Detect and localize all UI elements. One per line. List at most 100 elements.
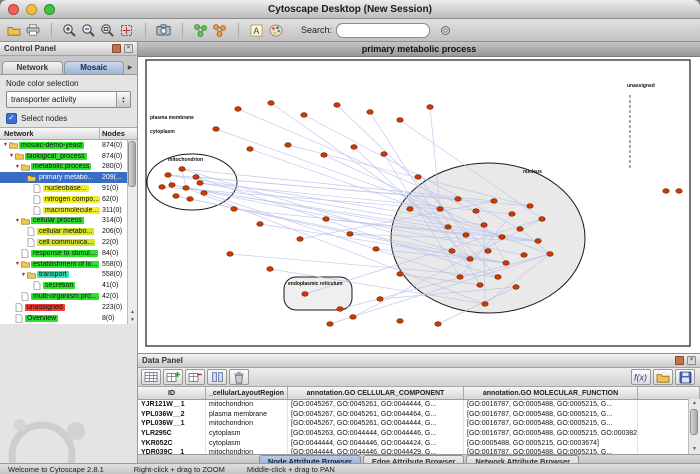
table-cell[interactable]: [GO:0016787, GO:0005488, GO:0005215, G..…	[464, 419, 638, 429]
network-node[interactable]	[499, 235, 505, 240]
table-cell[interactable]: [GO:0045267, GO:0045261, GO:0044444, G..…	[288, 419, 464, 429]
network-node[interactable]	[350, 315, 356, 320]
network-node[interactable]	[539, 217, 545, 222]
table-cell[interactable]: [GO:0016787, GO:0005488, GO:0005215, G..…	[464, 400, 638, 410]
import-network-icon[interactable]	[210, 21, 229, 39]
expand-arrow-icon[interactable]: ▼	[14, 164, 21, 170]
network-node[interactable]	[477, 283, 483, 288]
network-node[interactable]	[193, 175, 199, 180]
expand-arrow-icon[interactable]: ▼	[14, 261, 21, 267]
network-node[interactable]	[509, 212, 515, 217]
network-node[interactable]	[527, 204, 533, 209]
create-attribute-icon[interactable]	[163, 369, 183, 385]
tree-item[interactable]: ▼mosaic-demo-yeast874(0)	[0, 140, 137, 151]
table-row[interactable]: YPL036W__2plasma membrane[GO:0045267, GO…	[138, 410, 700, 420]
table-cell[interactable]: YPL036W__2	[138, 410, 206, 420]
network-node[interactable]	[517, 227, 523, 232]
window-titlebar[interactable]: Cytoscape Desktop (New Session)	[0, 0, 700, 19]
network-node[interactable]	[231, 207, 237, 212]
table-cell[interactable]: YKR052C	[138, 438, 206, 448]
network-node[interactable]	[227, 252, 233, 257]
network-node[interactable]	[397, 319, 403, 324]
zoom-window-button[interactable]	[44, 4, 55, 15]
float-data-panel-icon[interactable]	[675, 356, 684, 365]
tree-item[interactable]: ▼biological_process874(0)	[0, 151, 137, 162]
tree-scrollbar[interactable]: ▲ ▼	[127, 140, 137, 324]
color-attribute-dropdown[interactable]: transporter activity ▲▼	[6, 91, 131, 108]
column-header[interactable]: _cellularLayoutRegion	[206, 387, 288, 399]
zoom-fit-icon[interactable]	[98, 21, 117, 39]
network-node[interactable]	[347, 232, 353, 237]
network-node[interactable]	[535, 239, 541, 244]
network-node[interactable]	[513, 285, 519, 290]
table-cell[interactable]: YPL036W__1	[138, 419, 206, 429]
network-node[interactable]	[437, 207, 443, 212]
network-node[interactable]	[187, 197, 193, 202]
network-node[interactable]	[381, 152, 387, 157]
search-options-icon[interactable]	[436, 21, 455, 39]
column-header[interactable]: annotation.GO CELLULAR_COMPONENT	[288, 387, 464, 399]
network-node[interactable]	[481, 223, 487, 228]
network-node[interactable]	[397, 118, 403, 123]
network-node[interactable]	[467, 257, 473, 262]
import-attributes-icon[interactable]	[653, 369, 673, 385]
close-panel-icon[interactable]: ×	[124, 44, 133, 53]
expand-arrow-icon[interactable]: ▼	[20, 272, 27, 278]
table-cell[interactable]: mitochondrion	[206, 419, 288, 429]
table-cell[interactable]: cytoplasm	[206, 429, 288, 439]
snapshot-icon[interactable]	[154, 21, 173, 39]
delete-attribute-icon[interactable]	[185, 369, 205, 385]
network-node[interactable]	[323, 217, 329, 222]
zoom-in-icon[interactable]	[60, 21, 79, 39]
network-node[interactable]	[213, 127, 219, 132]
network-node[interactable]	[267, 267, 273, 272]
network-node[interactable]	[235, 107, 241, 112]
network-node[interactable]	[165, 173, 171, 178]
network-node[interactable]	[373, 247, 379, 252]
select-attributes-icon[interactable]	[141, 369, 161, 385]
network-node[interactable]	[367, 110, 373, 115]
network-node[interactable]	[285, 143, 291, 148]
network-node[interactable]	[397, 272, 403, 277]
tree-item[interactable]: response to stimul...84(0)	[0, 248, 137, 259]
table-cell[interactable]: plasma membrane	[206, 410, 288, 420]
table-row[interactable]: YKR052Ccytoplasm[GO:0044444, GO:0044446,…	[138, 438, 700, 448]
table-cell[interactable]: mitochondrion	[206, 400, 288, 410]
zoom-selected-icon[interactable]	[117, 21, 136, 39]
network-node[interactable]	[547, 252, 553, 257]
expand-arrow-icon[interactable]: ▼	[8, 153, 15, 159]
zoom-out-icon[interactable]	[79, 21, 98, 39]
network-view-title[interactable]: primary metabolic process	[138, 42, 700, 57]
select-nodes-checkbox[interactable]: ✓	[6, 113, 17, 124]
network-node[interactable]	[257, 222, 263, 227]
network-node[interactable]	[676, 189, 682, 194]
network-node[interactable]	[334, 103, 340, 108]
network-node[interactable]	[445, 225, 451, 230]
expand-arrow-icon[interactable]: ▼	[14, 218, 21, 224]
table-cell[interactable]: YLR295C	[138, 429, 206, 439]
network-node[interactable]	[463, 233, 469, 238]
tree-item[interactable]: ▼establishment of lo...558(0)	[0, 259, 137, 270]
table-cell[interactable]: [GO:0016787, GO:0005488, GO:0005215, G..…	[464, 448, 638, 454]
network-node[interactable]	[179, 167, 185, 172]
network-node[interactable]	[663, 189, 669, 194]
network-node[interactable]	[491, 199, 497, 204]
network-node[interactable]	[321, 153, 327, 158]
table-cell[interactable]: [GO:0045263, GO:0044444, GO:0044446, G..…	[288, 429, 464, 439]
table-cell[interactable]: cytoplasm	[206, 438, 288, 448]
tab-mosaic[interactable]: Mosaic	[64, 61, 125, 74]
tree-item[interactable]: ▼metabolic process280(0)	[0, 162, 137, 173]
network-node[interactable]	[247, 147, 253, 152]
table-scrollbar[interactable]: ▲ ▼	[688, 399, 700, 454]
network-node[interactable]	[351, 145, 357, 150]
network-node[interactable]	[337, 307, 343, 312]
network-node[interactable]	[297, 237, 303, 242]
network-node[interactable]	[473, 209, 479, 214]
table-scrollbar-thumb[interactable]	[690, 409, 698, 435]
network-node[interactable]	[197, 181, 203, 186]
annotation-icon[interactable]: A	[247, 21, 266, 39]
network-node[interactable]	[457, 275, 463, 280]
table-scroll-up-icon[interactable]: ▲	[689, 399, 700, 408]
tree-item[interactable]: Overview8(0)	[0, 313, 137, 324]
network-node[interactable]	[449, 249, 455, 254]
